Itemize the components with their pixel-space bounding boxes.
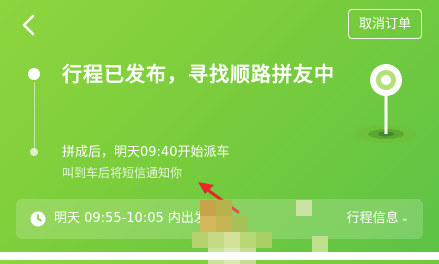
trip-info-button[interactable]: 行程信息 ⌄	[347, 210, 409, 229]
location-pin-icon	[356, 64, 416, 143]
cancel-order-button[interactable]: 取消订单	[348, 9, 422, 39]
timeline-line	[34, 82, 35, 152]
chevron-down-icon: ⌄	[400, 213, 409, 224]
header-bar: 取消订单	[0, 0, 439, 50]
clock-icon	[30, 211, 46, 227]
privacy-mosaic	[192, 196, 336, 264]
back-button[interactable]	[18, 12, 40, 38]
notify-text: 叫到车后将短信通知你	[62, 166, 183, 180]
status-title: 行程已发布，寻找顺路拼友中	[62, 62, 335, 86]
trip-info-label: 行程信息	[346, 211, 399, 226]
bottom-panel-edge	[0, 252, 439, 260]
departure-time: 明天 09:55-10:05 内出发	[54, 211, 207, 226]
timeline-dot-next	[30, 148, 38, 156]
chevron-left-icon	[22, 14, 35, 36]
dispatch-text: 拼成后，明天09:40开始派车	[62, 145, 230, 160]
timeline-dot-current	[28, 68, 40, 80]
